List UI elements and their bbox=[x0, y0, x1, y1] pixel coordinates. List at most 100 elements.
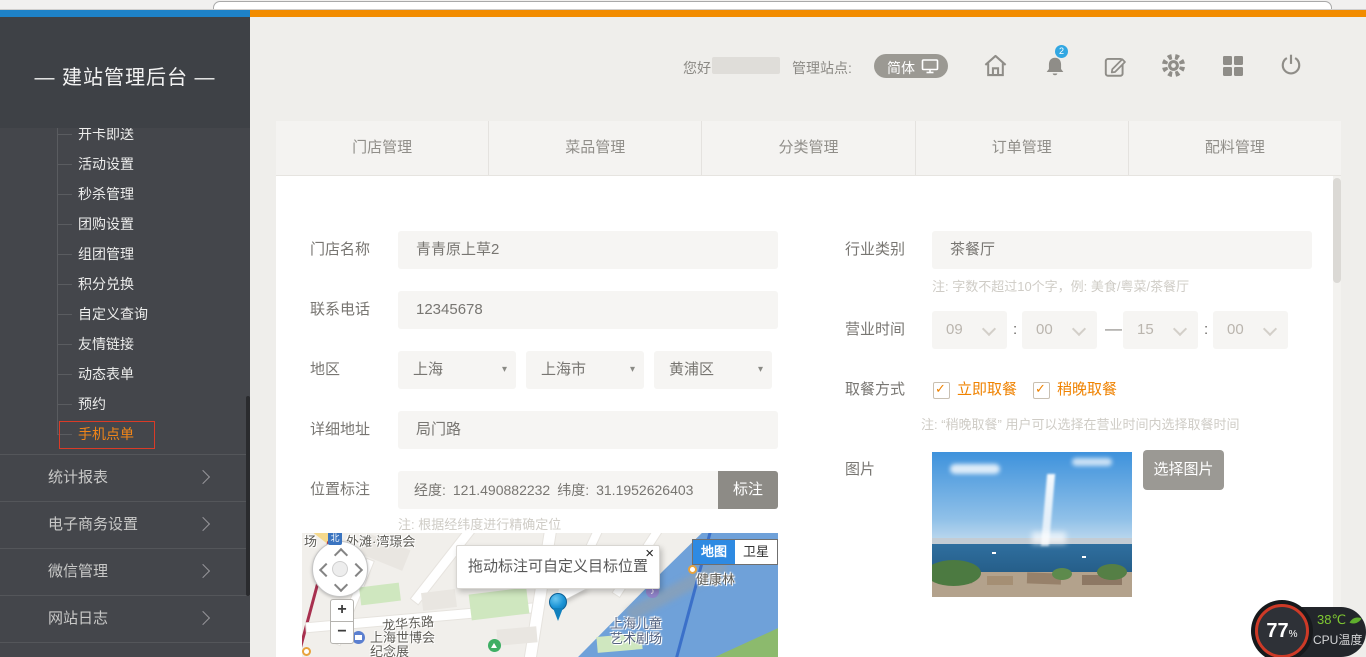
map-green-area bbox=[359, 583, 401, 606]
map-label-partial: 场 bbox=[304, 533, 317, 550]
pickup-now-label[interactable]: 立即取餐 bbox=[957, 382, 1017, 398]
sidebar-sections: 统计报表 电子商务设置 微信管理 网站日志 bbox=[0, 454, 250, 643]
province-select[interactable]: 上海 ▾ bbox=[398, 351, 516, 389]
pickup-later-label[interactable]: 稍晚取餐 bbox=[1057, 382, 1117, 398]
cpu-temp-label: CPU温度 bbox=[1313, 631, 1362, 648]
sidebar-item-groupbuy[interactable]: 团购设置 bbox=[78, 209, 134, 239]
map-type-satellite-button[interactable]: 卫星 bbox=[735, 540, 777, 564]
sidebar-item-group-manage[interactable]: 组团管理 bbox=[78, 239, 134, 269]
open-minute-select[interactable]: 00 bbox=[1022, 311, 1097, 349]
sidebar-item-seckill[interactable]: 秒杀管理 bbox=[78, 179, 134, 209]
district-select[interactable]: 黄浦区 ▾ bbox=[654, 351, 772, 389]
address-label: 详细地址 bbox=[310, 420, 370, 440]
industry-label: 行业类别 bbox=[845, 240, 905, 260]
sidebar-scrollbar[interactable] bbox=[246, 396, 250, 596]
city-select[interactable]: 上海市 ▾ bbox=[526, 351, 644, 389]
sidebar-section-stats[interactable]: 统计报表 bbox=[0, 454, 250, 501]
edit-icon[interactable] bbox=[1102, 53, 1128, 79]
map-pin-marker[interactable] bbox=[549, 593, 567, 611]
language-badge[interactable]: 简体 bbox=[874, 54, 948, 78]
chevron-down-icon bbox=[1263, 322, 1277, 336]
panel-scrollbar-thumb[interactable] bbox=[1333, 178, 1341, 283]
chevron-right-icon bbox=[196, 517, 210, 531]
sidebar-section-logs[interactable]: 网站日志 bbox=[0, 595, 250, 642]
section-label: 电子商务设置 bbox=[48, 516, 138, 533]
phone-input[interactable]: 12345678 bbox=[398, 291, 778, 329]
power-icon[interactable] bbox=[1278, 52, 1304, 78]
close-icon[interactable]: × bbox=[645, 546, 654, 562]
greeting-text: 您好 bbox=[683, 58, 711, 78]
hours-label: 营业时间 bbox=[845, 320, 905, 340]
monitor-icon bbox=[921, 59, 939, 74]
tab-order-manage[interactable]: 订单管理 bbox=[916, 121, 1129, 175]
sidebar: 开卡即送 活动设置 秒杀管理 团购设置 组团管理 积分兑换 自定义查询 友情链接… bbox=[0, 17, 250, 657]
browser-address-bar[interactable] bbox=[213, 1, 1332, 10]
cpu-temp-value: 38℃ bbox=[1317, 612, 1360, 628]
pan-up-arrow[interactable] bbox=[334, 548, 348, 562]
photo-boat bbox=[1082, 556, 1086, 558]
check-icon: ✓ bbox=[1035, 381, 1046, 397]
phone-label: 联系电话 bbox=[310, 300, 370, 320]
sidebar-item-dynamic-form[interactable]: 动态表单 bbox=[78, 359, 134, 389]
home-icon[interactable] bbox=[982, 52, 1009, 79]
pickup-later-checkbox[interactable]: ✓ bbox=[1033, 382, 1050, 399]
pan-down-arrow[interactable] bbox=[334, 578, 348, 592]
baidu-map[interactable]: 场 外滩·湾璟会 龙华东路 上海世博会 纪念展 上海儿童 艺术剧场 健康林 ♪ … bbox=[302, 533, 778, 657]
sidebar-item-custom-query[interactable]: 自定义查询 bbox=[78, 299, 148, 329]
location-field[interactable]: 经度: 121.490882232 纬度: 31.1952626403 bbox=[398, 471, 718, 509]
pickup-now-checkbox[interactable]: ✓ bbox=[933, 382, 950, 399]
image-label: 图片 bbox=[845, 460, 875, 480]
cpu-usage-circle[interactable]: 77% bbox=[1251, 600, 1313, 657]
pan-knob[interactable] bbox=[332, 561, 348, 577]
sidebar-item-points[interactable]: 积分兑换 bbox=[78, 269, 134, 299]
industry-note: 注: 字数不超过10个字，例: 美食/粤菜/茶餐厅 bbox=[932, 276, 1189, 295]
tab-dish-manage[interactable]: 菜品管理 bbox=[489, 121, 702, 175]
map-label-park: 健康林 bbox=[696, 569, 735, 588]
close-minute-value: 00 bbox=[1227, 321, 1244, 338]
hours-dash: — bbox=[1105, 319, 1122, 339]
region-label: 地区 bbox=[310, 360, 340, 380]
tab-category-manage[interactable]: 分类管理 bbox=[702, 121, 915, 175]
notification-bell-icon[interactable] bbox=[1042, 54, 1068, 80]
map-type-toggle: 地图 卫星 bbox=[692, 539, 778, 565]
sidebar-title: — 建站管理后台 — bbox=[0, 61, 250, 90]
pan-right-arrow[interactable] bbox=[349, 563, 363, 577]
industry-input[interactable]: 茶餐厅 bbox=[932, 231, 1312, 269]
mark-location-button[interactable]: 标注 bbox=[718, 471, 778, 509]
hours-colon: : bbox=[1204, 320, 1208, 340]
sidebar-tree-line bbox=[57, 128, 58, 434]
photo-fountain-mist bbox=[1032, 532, 1066, 544]
zoom-in-button[interactable]: + bbox=[330, 599, 354, 622]
map-label-expo-2: 纪念展 bbox=[370, 641, 409, 657]
settings-gear-icon[interactable] bbox=[1160, 52, 1187, 79]
photo-roof bbox=[987, 576, 1013, 585]
sidebar-item-links[interactable]: 友情链接 bbox=[78, 329, 134, 359]
sidebar-section-wechat[interactable]: 微信管理 bbox=[0, 548, 250, 595]
apps-grid-icon[interactable] bbox=[1221, 54, 1245, 78]
longitude-label: 经度: bbox=[414, 480, 446, 500]
sidebar-item-reservation[interactable]: 预约 bbox=[78, 389, 106, 419]
store-name-input[interactable]: 青青原上草2 bbox=[398, 231, 778, 269]
open-hour-select[interactable]: 09 bbox=[932, 311, 1007, 349]
district-value: 黄浦区 bbox=[669, 361, 714, 378]
pan-left-arrow[interactable] bbox=[319, 563, 333, 577]
sidebar-section-ecommerce[interactable]: 电子商务设置 bbox=[0, 501, 250, 548]
address-input[interactable]: 局门路 bbox=[398, 411, 778, 449]
check-icon: ✓ bbox=[935, 381, 946, 397]
map-pan-control[interactable] bbox=[312, 541, 368, 597]
accent-bar-blue bbox=[0, 10, 250, 17]
zoom-out-button[interactable]: − bbox=[330, 621, 354, 644]
panel-scrollbar[interactable] bbox=[1333, 176, 1341, 657]
close-minute-select[interactable]: 00 bbox=[1213, 311, 1288, 349]
sidebar-item-activity[interactable]: 活动设置 bbox=[78, 149, 134, 179]
map-building-block bbox=[421, 589, 457, 611]
map-tooltip: 拖动标注可自定义目标位置 × bbox=[456, 545, 660, 589]
map-type-map-button[interactable]: 地图 bbox=[693, 540, 735, 564]
store-name-label: 门店名称 bbox=[310, 240, 370, 260]
tab-ingredient-manage[interactable]: 配料管理 bbox=[1129, 121, 1341, 175]
notification-count-badge: 2 bbox=[1055, 45, 1068, 58]
close-hour-select[interactable]: 15 bbox=[1123, 311, 1198, 349]
manage-site-label: 管理站点: bbox=[792, 58, 852, 78]
tab-store-manage[interactable]: 门店管理 bbox=[276, 121, 489, 175]
choose-image-button[interactable]: 选择图片 bbox=[1143, 450, 1224, 490]
